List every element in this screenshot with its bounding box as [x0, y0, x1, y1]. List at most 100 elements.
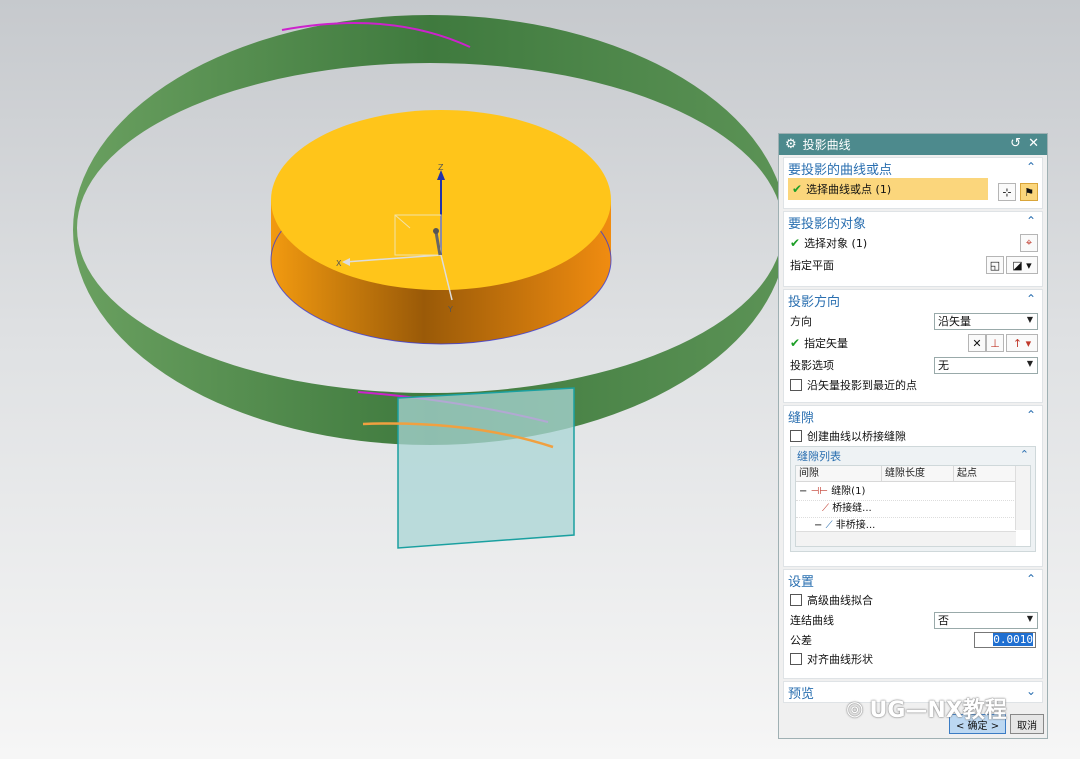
collapse-chevron-icon[interactable]: ⌃ — [1026, 408, 1036, 422]
section-projection-direction: 投影方向 ⌃ 方向 沿矢量 ▼ ✔ 指定矢量 ✕ ⊥ ↑ ▾ 投影选项 无 ▼ — [783, 289, 1043, 403]
direction-row: 方向 沿矢量 ▼ — [784, 310, 1042, 332]
dialog-title: 投影曲线 — [802, 138, 851, 152]
check-icon: ✔ — [792, 182, 803, 196]
bridge-gaps-label: 创建曲线以桥接缝隙 — [807, 430, 906, 443]
curve-rule-icon[interactable]: ⊹ — [998, 183, 1016, 201]
datum-plane[interactable] — [397, 387, 575, 549]
nearest-point-row[interactable]: 沿矢量投影到最近的点 — [784, 376, 1042, 394]
direction-label: 方向 — [790, 315, 812, 328]
section-header-objects[interactable]: 要投影的对象 ⌃ — [784, 212, 1042, 232]
column-header-start[interactable]: 起点 — [954, 466, 1016, 482]
reverse-direction-icon[interactable]: ✕ — [968, 334, 986, 352]
specify-plane-label: 指定平面 — [790, 259, 834, 272]
associate-value: 否 — [938, 614, 949, 627]
axis-z-label: Z — [438, 163, 444, 172]
section-title: 设置 — [788, 574, 815, 590]
gap-list-title: 缝隙列表 — [797, 450, 841, 463]
column-header-gap-length[interactable]: 缝隙长度 — [882, 466, 954, 482]
vector-type-dropdown-icon[interactable]: ↑ ▾ — [1006, 334, 1038, 352]
tolerance-row: 公差 0.0010 — [784, 630, 1042, 650]
axis-y-label: Y — [447, 305, 453, 314]
bridge-gaps-row[interactable]: 创建曲线以桥接缝隙 — [784, 426, 1042, 446]
bridged-gap-icon: ⟋ — [822, 503, 829, 514]
associate-select[interactable]: 否 ▼ — [934, 611, 1038, 629]
wechat-icon: ◎ — [846, 696, 864, 720]
check-icon: ✔ — [790, 236, 801, 250]
advanced-fit-label: 高级曲线拟合 — [807, 594, 873, 607]
collapse-chevron-icon[interactable]: ⌃ — [1026, 572, 1036, 586]
select-curve-icon[interactable]: ⚑ — [1020, 183, 1038, 201]
collapse-chevron-icon[interactable]: ⌃ — [1020, 448, 1029, 461]
section-title: 要投影的对象 — [788, 216, 867, 232]
select-curves-row[interactable]: ✔ 选择曲线或点 (1) — [788, 178, 988, 200]
vertical-scrollbar[interactable] — [1015, 466, 1030, 530]
section-gaps: 缝隙 ⌃ 创建曲线以桥接缝隙 缝隙列表 ⌃ 间隙 缝隙长度 起点 终点 − ⊣⊢… — [783, 405, 1043, 567]
associate-label: 连结曲线 — [790, 614, 834, 627]
section-header-gaps[interactable]: 缝隙 ⌃ — [784, 406, 1042, 426]
close-icon[interactable]: ✕ — [1028, 136, 1039, 151]
select-object-row[interactable]: ✔ 选择对象 (1) ⌖ — [784, 232, 1042, 254]
direction-select[interactable]: 沿矢量 ▼ — [934, 312, 1038, 330]
section-title: 预览 — [788, 686, 815, 702]
gap-list-group: 缝隙列表 ⌃ 间隙 缝隙长度 起点 终点 − ⊣⊢ 缝隙(1) ⟋ 桥接缝... — [790, 446, 1036, 552]
row-label: 桥接缝... — [832, 503, 872, 514]
section-header-curves[interactable]: 要投影的曲线或点 ⌃ — [784, 158, 1042, 178]
tree-collapse-icon[interactable]: − — [814, 520, 822, 531]
collapse-chevron-icon[interactable]: ⌃ — [1026, 160, 1036, 174]
reset-icon[interactable]: ↺ — [1010, 136, 1021, 151]
row-label: 缝隙(1) — [831, 486, 866, 497]
tolerance-label: 公差 — [790, 634, 812, 647]
nearest-point-label: 沿矢量投影到最近的点 — [807, 379, 917, 392]
align-shape-checkbox[interactable] — [790, 653, 802, 665]
projection-option-label: 投影选项 — [790, 359, 834, 372]
nearest-point-checkbox[interactable] — [790, 379, 802, 391]
check-icon: ✔ — [790, 336, 801, 350]
select-object-icon[interactable]: ⌖ — [1020, 234, 1038, 252]
chevron-down-icon: ▼ — [1026, 613, 1033, 623]
collapse-chevron-icon[interactable]: ⌃ — [1026, 214, 1036, 228]
gap-table[interactable]: 间隙 缝隙长度 起点 终点 − ⊣⊢ 缝隙(1) ⟋ 桥接缝... − ⟋ 非桥… — [795, 465, 1031, 547]
chevron-down-icon: ▼ — [1026, 358, 1033, 368]
column-header-gap[interactable]: 间隙 — [796, 466, 882, 482]
watermark: ◎ UG—NX教程 — [846, 692, 1007, 724]
vector-dialog-icon[interactable]: ⊥ — [986, 334, 1004, 352]
horizontal-scrollbar[interactable] — [796, 531, 1016, 546]
row-label: 非桥接... — [835, 520, 876, 531]
section-title: 缝隙 — [788, 410, 815, 426]
plane-type-dropdown-icon[interactable]: ◪ ▾ — [1006, 256, 1038, 274]
cancel-button[interactable]: 取消 — [1010, 714, 1045, 734]
projection-option-select[interactable]: 无 ▼ — [934, 356, 1038, 374]
plane-dialog-icon[interactable]: ◱ — [986, 256, 1004, 274]
tree-collapse-icon[interactable]: − — [799, 486, 807, 497]
dialog-titlebar[interactable]: ⚙ 投影曲线 ↺ ✕ — [779, 134, 1047, 155]
tolerance-input[interactable]: 0.0010 — [974, 632, 1036, 648]
select-curves-label: 选择曲线或点 (1) — [806, 183, 892, 196]
section-title: 投影方向 — [788, 294, 841, 310]
section-header-direction[interactable]: 投影方向 ⌃ — [784, 290, 1042, 310]
gear-icon: ⚙ — [785, 137, 797, 152]
tolerance-value: 0.0010 — [993, 633, 1033, 646]
collapse-chevron-icon[interactable]: ⌃ — [1026, 292, 1036, 306]
specify-plane-row: 指定平面 ◱ ◪ ▾ — [784, 254, 1042, 276]
section-header-settings[interactable]: 设置 ⌃ — [784, 570, 1042, 590]
expand-chevron-icon[interactable]: ⌄ — [1026, 684, 1036, 698]
table-row[interactable]: − ⊣⊢ 缝隙(1) — [796, 483, 1016, 501]
unbridged-gap-icon: ⟋ — [825, 520, 833, 531]
advanced-fit-checkbox[interactable] — [790, 594, 802, 606]
projection-option-value: 无 — [938, 359, 949, 372]
table-row[interactable]: ⟋ 桥接缝... — [796, 500, 1016, 518]
section-curves-to-project: 要投影的曲线或点 ⌃ ✔ 选择曲线或点 (1) ⊹ ⚑ — [783, 157, 1043, 209]
gap-list-header[interactable]: 缝隙列表 ⌃ — [791, 447, 1035, 465]
align-shape-row[interactable]: 对齐曲线形状 — [784, 650, 1042, 668]
specify-vector-row: ✔ 指定矢量 ✕ ⊥ ↑ ▾ — [784, 332, 1042, 354]
watermark-text: UG—NX教程 — [869, 698, 1007, 723]
section-title: 要投影的曲线或点 — [788, 162, 893, 178]
section-objects-to-project: 要投影的对象 ⌃ ✔ 选择对象 (1) ⌖ 指定平面 ◱ ◪ ▾ — [783, 211, 1043, 287]
chevron-down-icon: ▼ — [1026, 314, 1033, 324]
axis-x-label: X — [336, 259, 342, 268]
associate-row: 连结曲线 否 ▼ — [784, 610, 1042, 630]
projection-option-row: 投影选项 无 ▼ — [784, 354, 1042, 376]
bridge-gaps-checkbox[interactable] — [790, 430, 802, 442]
advanced-fit-row[interactable]: 高级曲线拟合 — [784, 590, 1042, 610]
gap-group-icon: ⊣⊢ — [810, 486, 828, 497]
